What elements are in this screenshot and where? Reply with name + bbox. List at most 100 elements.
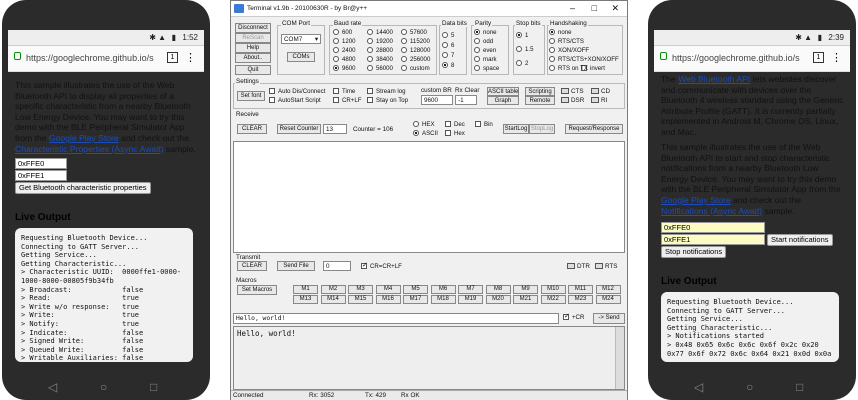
stop-bits-1-radio[interactable]: 1: [516, 32, 528, 39]
handshake-4-radio[interactable]: RTS/CTS+XON/XOFF: [549, 56, 619, 63]
hex-checkbox[interactable]: Hex: [445, 130, 465, 137]
m3-macro-button[interactable]: M3: [348, 285, 373, 294]
baud-56000-radio[interactable]: 56000: [367, 65, 393, 72]
start-notifications-button[interactable]: Start notifications: [767, 234, 833, 246]
data-bits-8-radio[interactable]: 8: [442, 62, 454, 69]
url-text[interactable]: https://googlechrome.github.io/s: [26, 53, 166, 63]
m24-macro-button[interactable]: M24: [595, 295, 621, 304]
service-input[interactable]: 0xFFE0: [15, 158, 67, 169]
tabs-count-button[interactable]: 1: [813, 52, 824, 63]
baud-28800-radio[interactable]: 28800: [367, 47, 393, 54]
baud-38400-radio[interactable]: 38400: [367, 56, 393, 63]
about-button[interactable]: About..: [235, 53, 271, 63]
coms-button[interactable]: COMs: [287, 52, 315, 62]
m23-macro-button[interactable]: M23: [568, 295, 593, 304]
baud-57600-radio[interactable]: 57600: [401, 29, 427, 36]
overflow-menu-icon[interactable]: ⋮: [185, 51, 196, 64]
parity-even-radio[interactable]: even: [474, 47, 496, 54]
back-icon[interactable]: ◁: [48, 380, 57, 394]
m8-macro-button[interactable]: M8: [485, 285, 511, 294]
maximize-icon[interactable]: □: [592, 3, 597, 13]
graph-button[interactable]: Graph: [487, 96, 519, 105]
scrollbar[interactable]: [615, 327, 624, 389]
handshake-5-radio[interactable]: RTS on TX: [549, 65, 588, 72]
baud-9600-radio[interactable]: 9600: [333, 65, 356, 72]
autostart-script-checkbox[interactable]: AutoStart Script: [269, 97, 321, 104]
web-bluetooth-link[interactable]: Web Bluetooth API: [678, 74, 750, 84]
recents-icon[interactable]: □: [150, 380, 157, 394]
rescan-button[interactable]: ReScan: [235, 33, 271, 43]
auto-disconnect-checkbox[interactable]: Auto Dis/Connect: [269, 88, 325, 95]
stop-notifications-button[interactable]: Stop notifications: [661, 246, 727, 258]
send-input[interactable]: Hello, world!: [233, 313, 559, 324]
overflow-menu-icon[interactable]: ⋮: [831, 51, 842, 64]
stop-bits-2-radio[interactable]: 2: [516, 60, 528, 67]
baud-4800-radio[interactable]: 4800: [333, 56, 356, 63]
m16-macro-button[interactable]: M16: [375, 295, 401, 304]
baud-128000-radio[interactable]: 128000: [401, 47, 430, 54]
parity-space-radio[interactable]: space: [474, 65, 499, 72]
receive-clear-button[interactable]: CLEAR: [237, 124, 267, 134]
handshake-2-radio[interactable]: RTS/CTS: [549, 38, 584, 45]
transmit-clear-button[interactable]: CLEAR: [237, 261, 267, 271]
home-icon[interactable]: ○: [100, 380, 107, 394]
remote-button[interactable]: Remote: [525, 96, 555, 105]
parity-odd-radio[interactable]: odd: [474, 38, 493, 45]
service-input[interactable]: 0xFFE0: [661, 222, 765, 233]
play-store-link[interactable]: Google Play Store: [49, 133, 119, 143]
m11-macro-button[interactable]: M11: [568, 285, 593, 294]
set-font-button[interactable]: Set font: [237, 91, 265, 101]
baud-115200-radio[interactable]: 115200: [401, 38, 430, 45]
hex-radio[interactable]: HEX: [413, 121, 435, 128]
chrome-address-bar[interactable]: https://googlechrome.github.io/s 1 ⋮: [654, 46, 850, 72]
com-port-select[interactable]: COM7 ▾: [281, 34, 321, 44]
scripting-button[interactable]: Scripting: [525, 87, 555, 96]
m21-macro-button[interactable]: M21: [513, 295, 538, 304]
crlf-checkbox[interactable]: CR+LF: [333, 97, 361, 104]
stream-log-checkbox[interactable]: Stream log: [367, 88, 405, 95]
rx-clear-spinner[interactable]: -1: [455, 95, 477, 105]
send-button[interactable]: -> Send: [593, 313, 625, 324]
m9-macro-button[interactable]: M9: [513, 285, 538, 294]
m22-macro-button[interactable]: M22: [540, 295, 566, 304]
reset-counter-button[interactable]: Reset Counter: [277, 124, 321, 134]
m19-macro-button[interactable]: M19: [458, 295, 483, 304]
data-bits-6-radio[interactable]: 6: [442, 42, 454, 49]
chrome-address-bar[interactable]: https://googlechrome.github.io/s 1 ⋮: [8, 46, 204, 72]
play-store-link[interactable]: Google Play Store: [661, 195, 731, 205]
send-file-button[interactable]: Send File: [277, 261, 315, 271]
stop-log-button[interactable]: StopLog: [529, 124, 555, 134]
m14-macro-button[interactable]: M14: [320, 295, 346, 304]
handshake-1-radio[interactable]: none: [549, 29, 572, 36]
parity-mark-radio[interactable]: mark: [474, 56, 497, 63]
set-macros-button[interactable]: Set Macros: [237, 285, 277, 295]
bin-checkbox[interactable]: Bin: [475, 121, 493, 128]
ascii-table-button[interactable]: ASCII table: [487, 87, 519, 96]
data-bits-5-radio[interactable]: 5: [442, 32, 454, 39]
home-icon[interactable]: ○: [746, 380, 753, 394]
m12-macro-button[interactable]: M12: [595, 285, 621, 294]
m7-macro-button[interactable]: M7: [458, 285, 483, 294]
url-text[interactable]: https://googlechrome.github.io/s: [672, 53, 812, 63]
data-bits-7-radio[interactable]: 7: [442, 52, 454, 59]
send-cr-checkbox[interactable]: +CR: [563, 312, 584, 321]
disconnect-button[interactable]: Disconnect: [235, 23, 271, 33]
m5-macro-button[interactable]: M5: [403, 285, 428, 294]
start-log-button[interactable]: StartLog: [503, 124, 529, 134]
m20-macro-button[interactable]: M20: [485, 295, 511, 304]
baud-1200-radio[interactable]: 1200: [333, 38, 356, 45]
dec-checkbox[interactable]: Dec: [445, 121, 465, 128]
recents-icon[interactable]: □: [796, 380, 803, 394]
related-sample-link[interactable]: Characteristic Properties (Async Await): [15, 144, 163, 154]
handshake-3-radio[interactable]: XON/XOFF: [549, 47, 589, 54]
transmit-spinner[interactable]: 0: [323, 261, 351, 271]
receive-terminal[interactable]: [233, 141, 625, 253]
characteristic-input[interactable]: 0xFFE1: [661, 234, 765, 245]
transmit-terminal[interactable]: Hello, world!: [233, 326, 625, 390]
m15-macro-button[interactable]: M15: [348, 295, 373, 304]
back-icon[interactable]: ◁: [694, 380, 703, 394]
m17-macro-button[interactable]: M17: [403, 295, 428, 304]
quit-button[interactable]: Quit: [235, 65, 271, 75]
characteristic-input[interactable]: 0xFFE1: [15, 170, 67, 181]
counter-spinner[interactable]: 13: [323, 124, 347, 134]
